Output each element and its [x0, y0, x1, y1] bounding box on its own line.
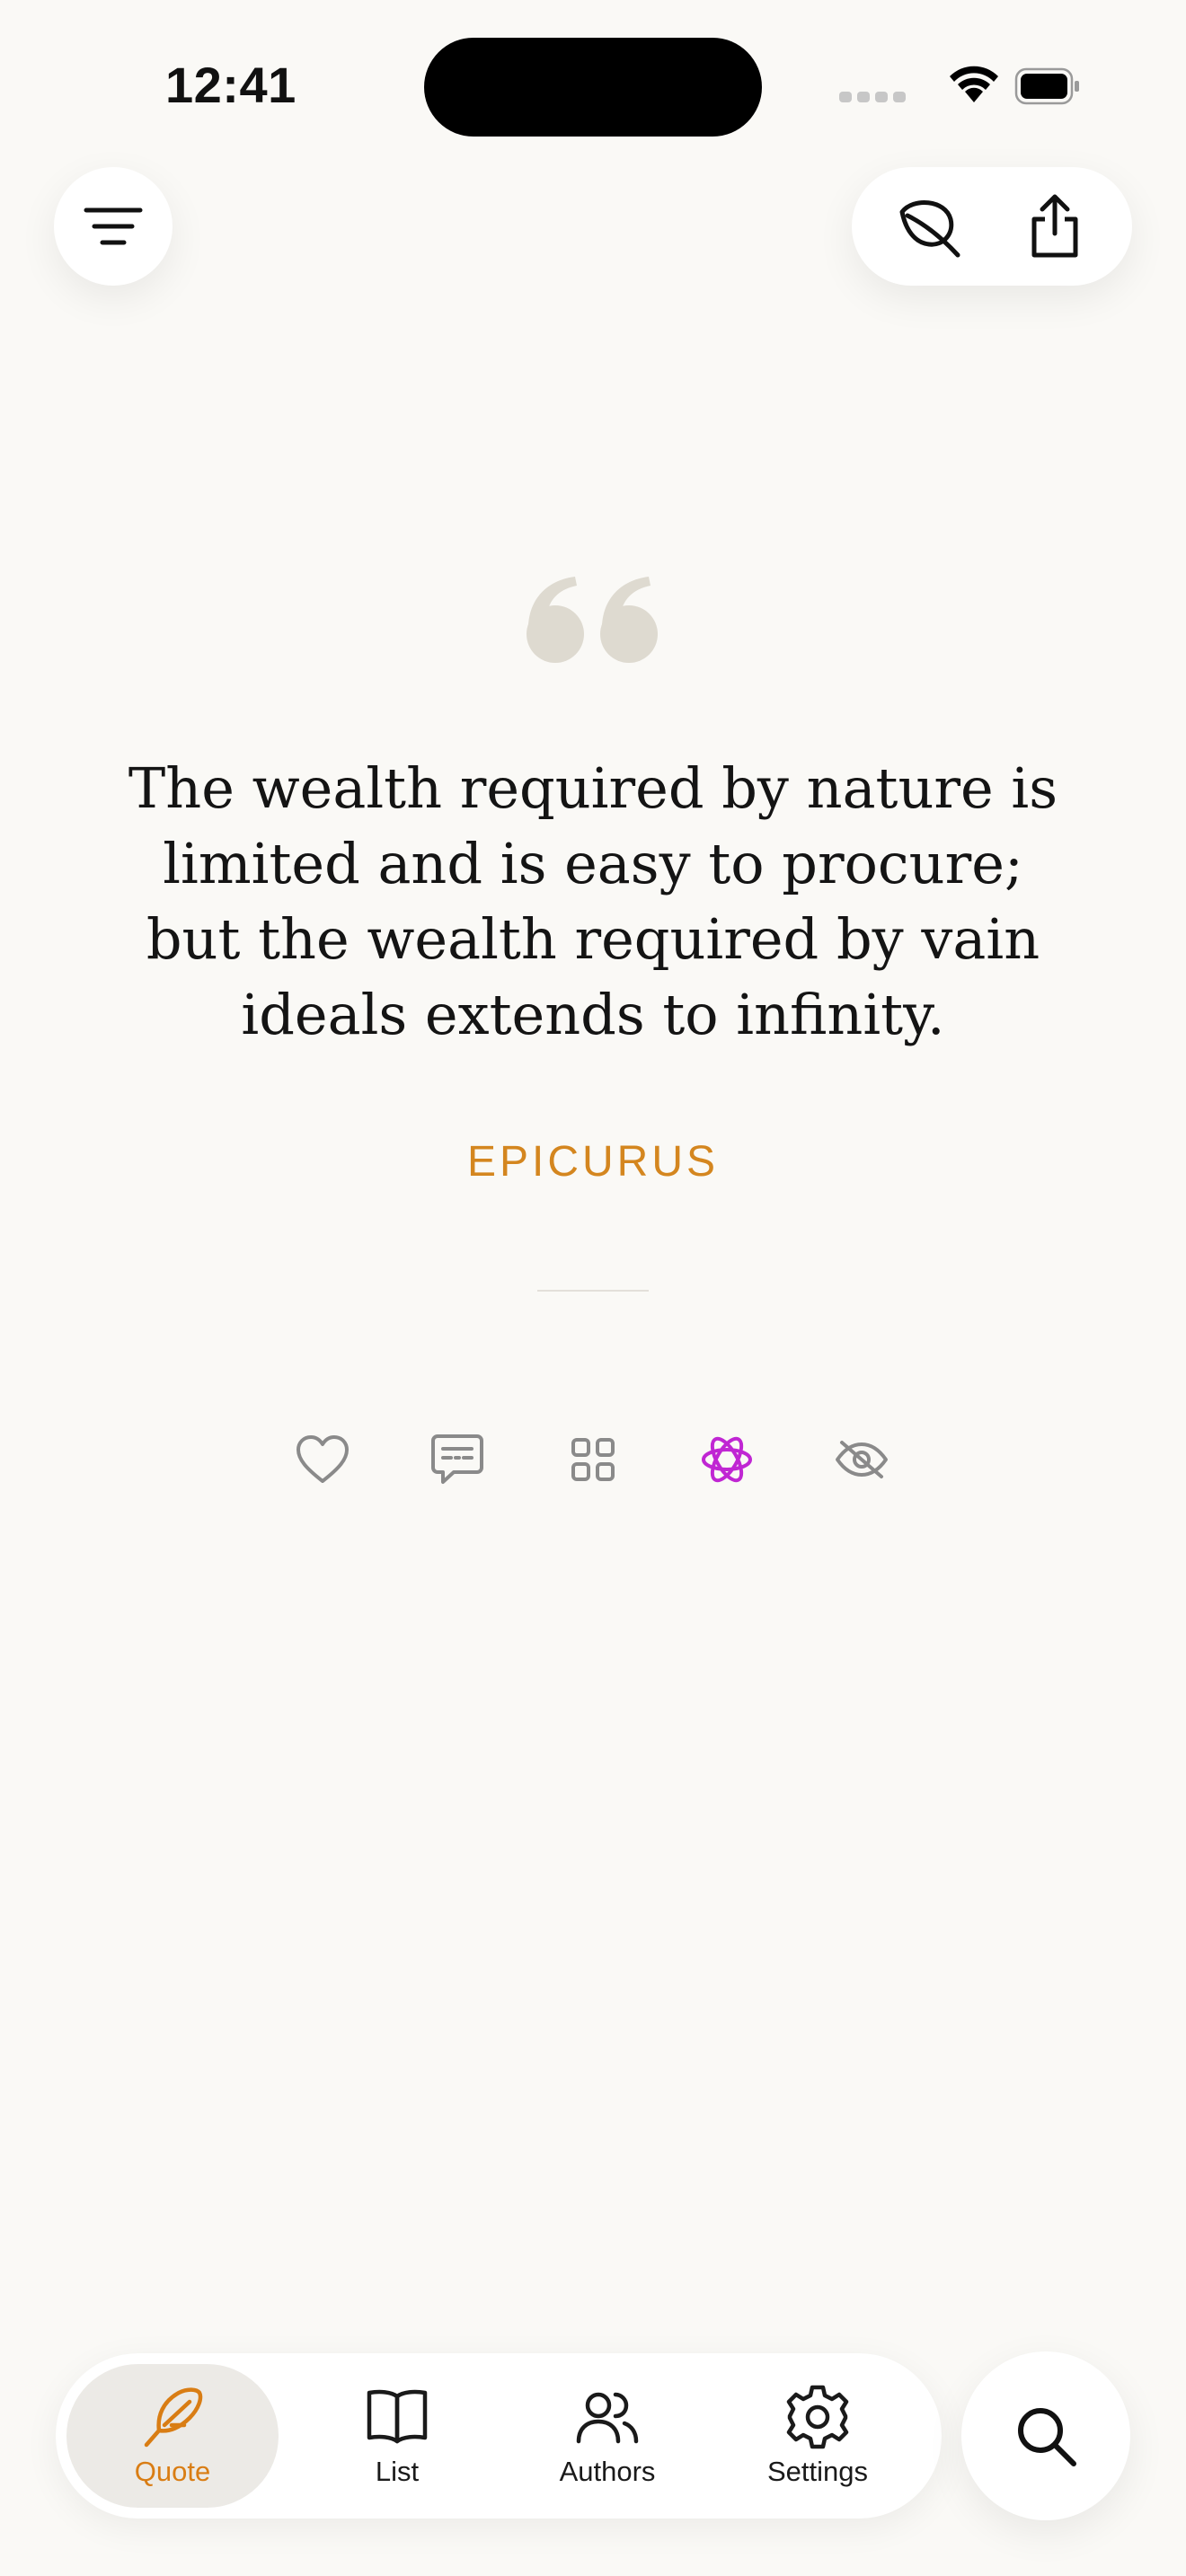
favorite-button[interactable]	[289, 1426, 356, 1493]
tab-settings[interactable]: Settings	[712, 2364, 924, 2508]
status-time: 12:41	[165, 57, 296, 113]
share-icon	[1031, 194, 1078, 258]
filter-menu-button[interactable]	[54, 167, 173, 286]
share-button[interactable]	[996, 167, 1114, 286]
search-icon	[1018, 2408, 1076, 2466]
users-icon	[576, 2392, 639, 2444]
tab-quote[interactable]: Quote	[66, 2364, 279, 2508]
status-indicators	[839, 65, 1082, 110]
leaf-icon	[899, 200, 960, 258]
divider	[537, 1290, 649, 1292]
gear-icon	[786, 2385, 849, 2449]
leaf-button[interactable]	[870, 167, 988, 286]
quote-text: The wealth required by nature is limited…	[128, 755, 1058, 1047]
atom-icon	[702, 1436, 752, 1483]
cellular-signal-icon	[839, 92, 906, 102]
tab-authors[interactable]: Authors	[501, 2364, 713, 2508]
tab-label: List	[375, 2456, 420, 2487]
heart-icon	[296, 1435, 349, 1483]
hide-button[interactable]	[828, 1426, 895, 1493]
tab-label: Quote	[134, 2456, 211, 2487]
comment-button[interactable]	[424, 1426, 491, 1493]
quote-actions	[0, 1426, 1186, 1493]
grid-icon	[571, 1438, 615, 1481]
feather-icon	[144, 2387, 203, 2448]
tab-label: Settings	[766, 2456, 868, 2487]
battery-icon	[1014, 67, 1079, 105]
collections-button[interactable]	[560, 1426, 626, 1493]
tab-label: Authors	[559, 2456, 656, 2487]
search-button[interactable]	[961, 2351, 1130, 2520]
book-icon	[367, 2389, 428, 2444]
message-icon	[431, 1434, 483, 1484]
quote-author[interactable]: EPICURUS	[0, 1137, 1186, 1187]
wifi-icon	[950, 66, 998, 102]
tab-bar: Quote List Authors Settings	[56, 2353, 942, 2519]
tab-list[interactable]: List	[291, 2364, 503, 2508]
eye-off-icon	[836, 1441, 888, 1478]
quote-mark-icon	[527, 577, 658, 663]
menu-lines-icon	[84, 207, 143, 245]
top-actions-pill	[852, 167, 1132, 286]
spirituality-button[interactable]	[694, 1426, 760, 1493]
dynamic-island	[424, 38, 762, 137]
